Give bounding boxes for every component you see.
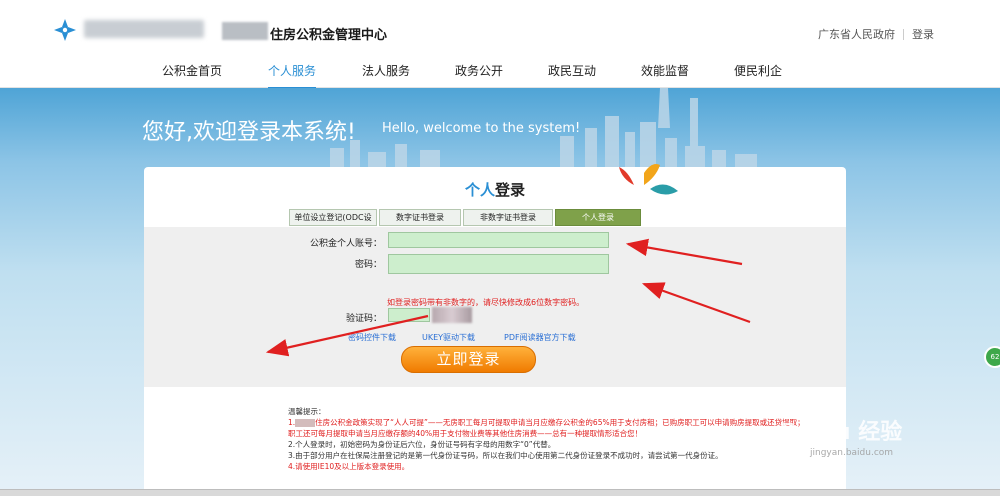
tips-section: 温馨提示： 1. 住房公积金政策实现了“人人可提”——无房职工每月可提取申请当月应…	[288, 406, 808, 472]
site-header: 住房公积金管理中心 广东省人民政府 登录	[0, 0, 1000, 58]
captcha-label: 验证码：	[345, 314, 382, 324]
login-tabs: 单位设立登记(ODC设立) 数字证书登录 非数字证书登录 个人登录	[289, 209, 643, 237]
login-panel: 个人登录 单位设立登记(ODC设立) 数字证书登录 非数字证书登录 个人登录 公…	[144, 164, 846, 496]
captcha-image[interactable]	[432, 307, 472, 323]
login-form: 公积金个人账号： 密码： 如登录密码带有非数字的，请尽快修改成6位数字密码。 验…	[144, 227, 846, 387]
nav-item-home[interactable]: 公积金首页	[162, 62, 222, 87]
login-button[interactable]: 立即登录	[401, 346, 536, 373]
account-input[interactable]	[388, 232, 609, 248]
taskbar-strip	[0, 489, 1000, 496]
blurred-city-name	[295, 419, 316, 427]
login-title-rest: 登录	[495, 181, 526, 199]
tab-non-digital-cert-login[interactable]: 非数字证书登录	[463, 209, 553, 226]
top-links: 广东省人民政府 登录	[818, 26, 934, 42]
tips-line-1: 1. 住房公积金政策实现了“人人可提”——无房职工每月可提取申请当月应缴存公积金的…	[288, 418, 805, 438]
baidu-watermark-logo: Baidu 经验	[780, 420, 903, 445]
password-label: 密码：	[354, 260, 382, 270]
pdf-reader-download-link[interactable]: PDF阅读器官方下载	[504, 332, 576, 343]
tips-heading: 温馨提示：	[288, 407, 326, 416]
divider	[903, 28, 904, 40]
blurred-city-name	[222, 22, 268, 40]
login-link[interactable]: 登录	[912, 26, 934, 42]
tab-digital-cert-login[interactable]: 数字证书登录	[379, 209, 461, 226]
nav-item-personal[interactable]: 个人服务	[268, 62, 317, 89]
nav-item-corporate[interactable]: 法人服务	[362, 62, 410, 87]
welcome-subheading: Hello, welcome to the system!	[382, 121, 581, 136]
blurred-logo-text	[84, 20, 204, 38]
tips-line-3: 3.由于部分用户在社保局注册登记的是第一代身份证号码，所以在我们中心使用第二代身…	[288, 451, 723, 460]
login-title-accent: 个人	[464, 181, 495, 199]
nav-item-supervision[interactable]: 效能监督	[641, 62, 689, 87]
ukey-driver-download-link[interactable]: UKEY驱动下载	[422, 332, 475, 343]
nav-item-public-affairs[interactable]: 政务公开	[455, 62, 503, 87]
password-control-download-link[interactable]: 密码控件下载	[348, 332, 396, 343]
tips-line-2: 2.个人登录时，初始密码为身份证后六位，身份证号码有字母的用数字“0”代替。	[288, 440, 556, 449]
tips-line-4: 4.请使用IE10及以上版本登录使用。	[288, 462, 410, 471]
password-warning: 如登录密码带有非数字的，请尽快修改成6位数字密码。	[387, 298, 585, 307]
nav-item-convenience[interactable]: 便民利企	[734, 62, 782, 87]
tab-personal-login[interactable]: 个人登录	[555, 209, 641, 226]
nav-item-interaction[interactable]: 政民互动	[548, 62, 596, 87]
captcha-input[interactable]	[388, 308, 430, 322]
welcome-heading: 您好,欢迎登录本系统!	[142, 120, 356, 145]
tab-unit-registration[interactable]: 单位设立登记(ODC设立)	[289, 209, 377, 237]
baidu-watermark-url: jingyan.baidu.com	[810, 448, 894, 458]
side-float-badge[interactable]: 62	[984, 346, 1000, 368]
main-nav: 公积金首页 个人服务 法人服务 政务公开 政民互动 效能监督 便民利企	[0, 58, 1000, 89]
login-title: 个人登录	[144, 179, 846, 200]
password-input[interactable]	[388, 254, 609, 274]
site-title: 住房公积金管理中心	[270, 28, 388, 43]
decorative-petals-icon	[619, 164, 678, 195]
gov-link[interactable]: 广东省人民政府	[818, 26, 895, 42]
logo-icon	[54, 19, 76, 41]
account-label: 公积金个人账号：	[309, 239, 382, 249]
